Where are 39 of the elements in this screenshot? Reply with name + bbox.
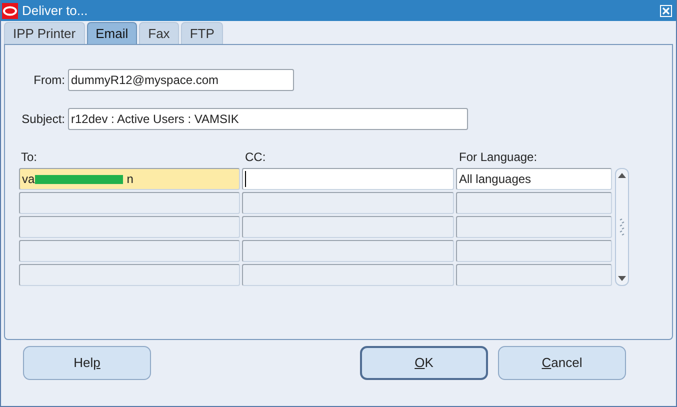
table-cell[interactable]: va n	[19, 168, 240, 190]
table-cell[interactable]	[456, 240, 612, 262]
cell-text: va	[22, 171, 35, 188]
table-cell[interactable]	[242, 168, 454, 190]
table-cell[interactable]	[19, 240, 240, 262]
cell-text: All languages	[459, 171, 532, 188]
subject-label: Subject:	[20, 111, 66, 128]
table-cell[interactable]	[242, 240, 454, 262]
scrollbar[interactable]	[615, 168, 629, 286]
table-cell[interactable]	[19, 192, 240, 214]
scroll-down-icon[interactable]	[618, 276, 626, 281]
tab[interactable]: Fax	[139, 22, 179, 44]
table-cell[interactable]	[242, 264, 454, 286]
table-cell[interactable]	[456, 264, 612, 286]
table-cell[interactable]	[456, 216, 612, 238]
ok-button[interactable]: OK	[360, 346, 488, 380]
table-cell[interactable]	[19, 216, 240, 238]
window-title: Deliver to...	[22, 2, 88, 20]
from-label: From:	[32, 72, 66, 89]
subject-field[interactable]: r12dev : Active Users : VAMSIK	[68, 108, 468, 130]
grip-icon	[619, 218, 625, 236]
tab[interactable]: IPP Printer	[4, 22, 85, 44]
tab[interactable]: FTP	[180, 22, 224, 44]
table-cell[interactable]	[19, 264, 240, 286]
tab[interactable]: Email	[86, 22, 138, 44]
column-header: To:	[21, 149, 38, 166]
table-cell[interactable]	[456, 192, 612, 214]
column-header: For Language:	[459, 149, 538, 166]
from-field[interactable]: dummyR12@myspace.com	[68, 69, 294, 91]
table-cell[interactable]	[242, 216, 454, 238]
table-cell[interactable]	[242, 192, 454, 214]
table-cell[interactable]: All languages	[456, 168, 612, 190]
column-header: CC:	[245, 149, 267, 166]
cell-text: n	[126, 171, 134, 188]
cancel-button[interactable]: Cancel	[498, 346, 626, 380]
help-button[interactable]: Help	[23, 346, 151, 380]
app-logo-icon	[2, 2, 18, 18]
scroll-up-icon[interactable]	[618, 173, 626, 178]
close-icon[interactable]	[660, 4, 672, 16]
